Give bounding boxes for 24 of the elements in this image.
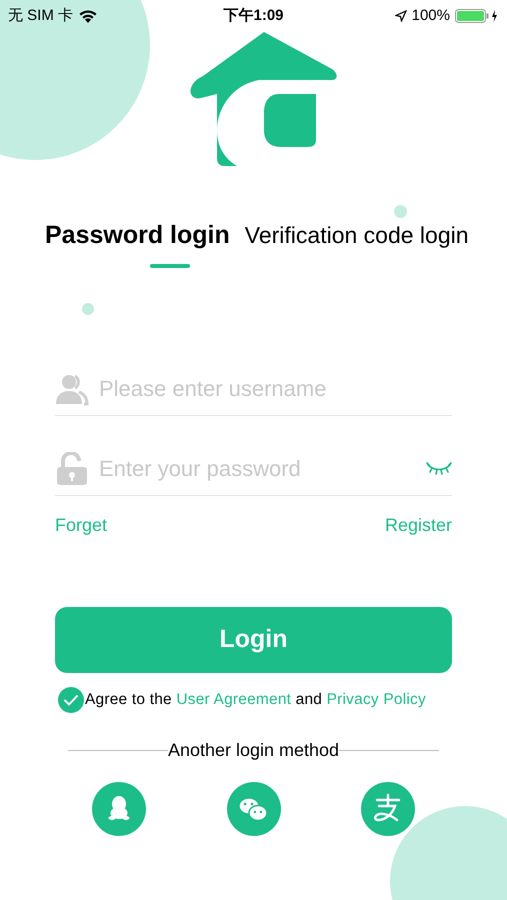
wifi-icon (79, 10, 98, 22)
battery-charging-icon (455, 9, 499, 23)
lock-icon (55, 452, 89, 486)
agreement-text: Agree to the User Agreement and Privacy Policy (85, 690, 426, 710)
payment-logo-icon[interactable] (361, 782, 415, 836)
battery-percentage: 100% (412, 6, 450, 26)
section-title: Another login method (168, 739, 340, 762)
login-tab[interactable]: Password login (45, 216, 230, 254)
carrier-label: 无 SIM 卡 (8, 6, 74, 26)
user-icon (55, 372, 89, 406)
privacy-policy-link[interactable]: Privacy Policy (326, 691, 426, 708)
user-agreement-link[interactable]: User Agreement (176, 691, 292, 708)
chat-bubbles-icon[interactable] (226, 782, 280, 836)
clock-time: 下午1:09 (223, 6, 284, 26)
tab-underline (150, 264, 190, 268)
login-tab[interactable]: Verification code login (244, 218, 469, 254)
forget-password-link[interactable]: Forget (55, 512, 108, 539)
location-arrow-icon (394, 10, 407, 22)
login-button[interactable]: Login (55, 607, 452, 673)
closed-eye-icon[interactable] (426, 462, 452, 476)
penguin-icon[interactable] (92, 782, 146, 836)
checkmark-icon (63, 694, 79, 706)
agreement-checkbox[interactable] (58, 687, 84, 713)
register-link[interactable]: Register (384, 512, 452, 539)
